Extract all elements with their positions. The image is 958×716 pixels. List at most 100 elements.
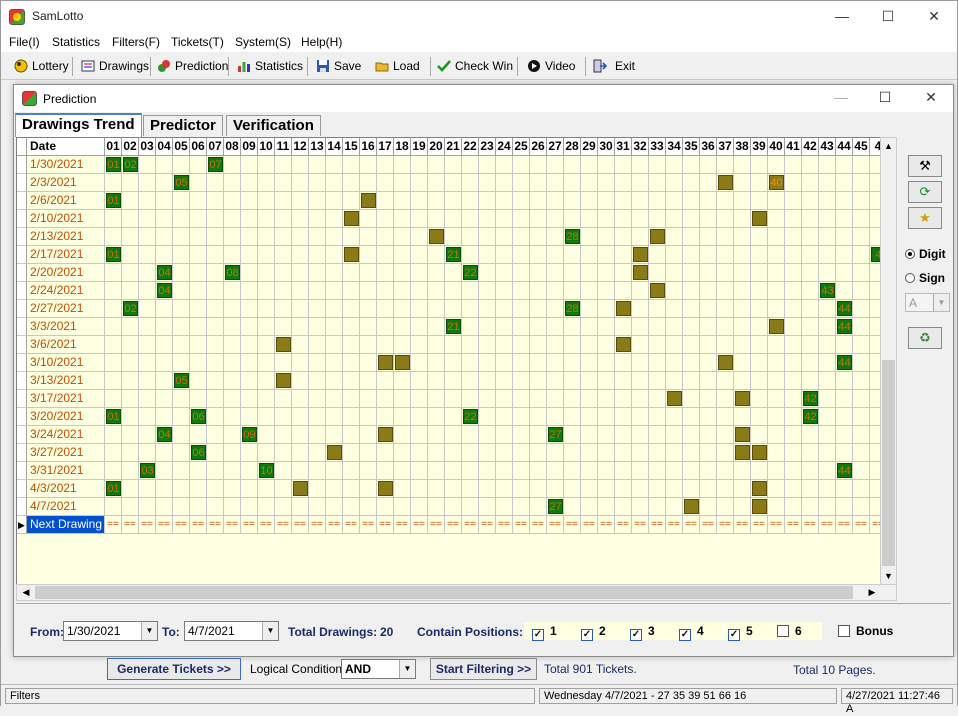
grid-cell[interactable] <box>275 156 292 174</box>
next-drawing-cell[interactable]: == <box>105 516 122 534</box>
number-column-header[interactable]: 33 <box>649 138 666 156</box>
grid-cell[interactable] <box>207 210 224 228</box>
number-column-header[interactable]: 16 <box>360 138 377 156</box>
grid-cell[interactable] <box>700 192 717 210</box>
grid-cell[interactable] <box>445 480 462 498</box>
grid-cell[interactable] <box>581 354 598 372</box>
number-repeat-marker[interactable] <box>378 355 393 370</box>
number-column-header[interactable]: 27 <box>547 138 564 156</box>
number-repeat-marker[interactable] <box>684 499 699 514</box>
number-hit-marker[interactable]: 01 <box>106 409 121 424</box>
grid-cell[interactable] <box>207 318 224 336</box>
grid-cell[interactable] <box>751 264 768 282</box>
grid-cell[interactable] <box>156 300 173 318</box>
grid-cell[interactable] <box>173 426 190 444</box>
video-button[interactable]: Video <box>525 56 575 77</box>
generate-tickets-button[interactable]: Generate Tickets >> <box>107 658 241 680</box>
number-column-header[interactable]: 29 <box>581 138 598 156</box>
grid-cell[interactable] <box>751 372 768 390</box>
number-repeat-marker[interactable] <box>735 445 750 460</box>
grid-cell[interactable] <box>513 426 530 444</box>
next-drawing-cell[interactable]: == <box>683 516 700 534</box>
grid-cell[interactable] <box>428 156 445 174</box>
grid-cell[interactable] <box>649 210 666 228</box>
grid-cell[interactable] <box>326 246 343 264</box>
grid-cell[interactable] <box>581 498 598 516</box>
grid-cell[interactable] <box>309 480 326 498</box>
grid-cell[interactable] <box>751 228 768 246</box>
grid-cell[interactable] <box>581 192 598 210</box>
number-column-header[interactable]: 31 <box>615 138 632 156</box>
grid-cell[interactable] <box>326 372 343 390</box>
grid-cell[interactable] <box>105 354 122 372</box>
grid-cell[interactable] <box>292 264 309 282</box>
grid-cell[interactable] <box>428 282 445 300</box>
number-repeat-marker[interactable] <box>718 175 733 190</box>
grid-cell[interactable] <box>598 444 615 462</box>
grid-cell[interactable] <box>462 228 479 246</box>
grid-cell[interactable] <box>581 282 598 300</box>
grid-cell[interactable] <box>139 282 156 300</box>
grid-cell[interactable] <box>173 480 190 498</box>
number-hit-marker[interactable]: 01 <box>106 157 121 172</box>
grid-cell[interactable] <box>802 174 819 192</box>
grid-cell[interactable] <box>496 174 513 192</box>
grid-cell[interactable] <box>683 192 700 210</box>
grid-cell[interactable] <box>547 390 564 408</box>
grid-cell[interactable] <box>819 498 836 516</box>
grid-cell[interactable] <box>360 336 377 354</box>
grid-cell[interactable] <box>785 210 802 228</box>
menu-help[interactable]: Help(H) <box>301 35 342 49</box>
grid-cell[interactable] <box>785 174 802 192</box>
grid-cell[interactable] <box>785 300 802 318</box>
grid-cell[interactable] <box>496 300 513 318</box>
grid-cell[interactable] <box>751 246 768 264</box>
grid-cell[interactable] <box>462 426 479 444</box>
grid-cell[interactable] <box>734 480 751 498</box>
grid-cell[interactable] <box>394 462 411 480</box>
grid-cell[interactable] <box>819 336 836 354</box>
grid-cell[interactable] <box>105 318 122 336</box>
grid-cell[interactable] <box>649 426 666 444</box>
number-column-header[interactable]: 36 <box>700 138 717 156</box>
grid-cell[interactable] <box>785 156 802 174</box>
grid-cell[interactable] <box>360 246 377 264</box>
grid-cell[interactable] <box>717 192 734 210</box>
grid-cell[interactable] <box>105 462 122 480</box>
grid-cell[interactable] <box>139 318 156 336</box>
grid-cell[interactable] <box>122 354 139 372</box>
grid-cell[interactable] <box>105 228 122 246</box>
grid-cell[interactable] <box>547 228 564 246</box>
grid-cell[interactable] <box>190 354 207 372</box>
grid-cell[interactable] <box>819 318 836 336</box>
grid-cell[interactable] <box>156 408 173 426</box>
grid-cell[interactable] <box>581 174 598 192</box>
grid-cell[interactable] <box>105 210 122 228</box>
grid-cell[interactable] <box>411 246 428 264</box>
grid-cell[interactable] <box>428 174 445 192</box>
grid-cell[interactable] <box>564 444 581 462</box>
grid-cell[interactable] <box>853 390 870 408</box>
grid-cell[interactable] <box>700 174 717 192</box>
grid-cell[interactable] <box>768 408 785 426</box>
from-date-picker[interactable]: 1/30/2021 ▼ <box>63 621 158 641</box>
number-hit-marker[interactable]: 01 <box>106 247 121 262</box>
number-column-header[interactable]: 22 <box>462 138 479 156</box>
grid-cell[interactable] <box>326 426 343 444</box>
next-drawing-cell[interactable]: == <box>343 516 360 534</box>
number-column-header[interactable]: 01 <box>105 138 122 156</box>
grid-cell[interactable] <box>530 480 547 498</box>
grid-cell[interactable] <box>496 426 513 444</box>
grid-cell[interactable] <box>156 210 173 228</box>
number-repeat-marker[interactable] <box>752 481 767 496</box>
grid-cell[interactable] <box>156 156 173 174</box>
grid-cell[interactable] <box>683 336 700 354</box>
grid-cell[interactable] <box>207 408 224 426</box>
logical-condition-select[interactable]: AND ▼ <box>341 659 416 679</box>
grid-cell[interactable] <box>275 462 292 480</box>
grid-cell[interactable] <box>462 498 479 516</box>
grid-cell[interactable] <box>513 282 530 300</box>
grid-cell[interactable] <box>292 282 309 300</box>
grid-cell[interactable] <box>105 498 122 516</box>
check-win-button[interactable]: Check Win <box>435 56 513 77</box>
